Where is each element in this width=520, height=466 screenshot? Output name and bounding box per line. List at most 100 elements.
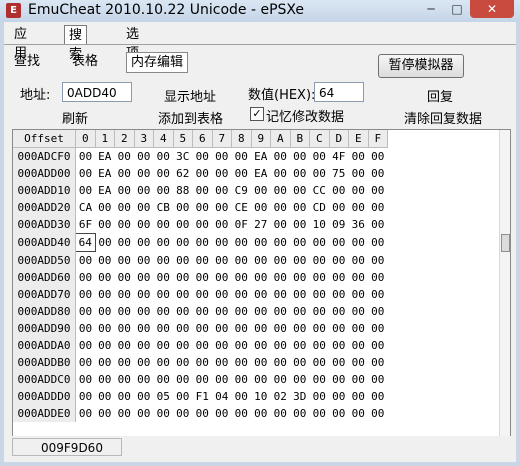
byte-cell[interactable]: 00 <box>115 148 135 166</box>
byte-cell[interactable]: 00 <box>134 303 154 320</box>
byte-cell[interactable]: 00 <box>271 148 291 166</box>
byte-cell[interactable]: 00 <box>271 182 291 199</box>
byte-cell[interactable]: 00 <box>290 234 310 252</box>
byte-cell[interactable]: 00 <box>154 320 174 337</box>
show-address-button[interactable]: 显示地址 <box>164 86 216 105</box>
byte-cell[interactable]: 00 <box>76 286 96 303</box>
byte-cell[interactable]: 00 <box>154 371 174 388</box>
byte-cell[interactable]: 00 <box>212 320 232 337</box>
byte-cell[interactable]: 00 <box>290 199 310 216</box>
byte-cell[interactable]: 00 <box>173 371 193 388</box>
byte-cell[interactable]: 00 <box>76 320 96 337</box>
byte-cell[interactable]: 00 <box>329 371 349 388</box>
byte-cell[interactable]: 00 <box>95 320 115 337</box>
byte-cell[interactable]: 00 <box>368 371 388 388</box>
byte-cell[interactable]: 00 <box>193 234 213 252</box>
byte-cell[interactable]: 00 <box>95 354 115 371</box>
byte-cell[interactable]: 00 <box>232 320 252 337</box>
byte-cell[interactable]: 00 <box>232 269 252 286</box>
byte-cell[interactable]: 00 <box>349 165 369 182</box>
byte-cell[interactable]: 00 <box>212 148 232 166</box>
byte-cell[interactable]: 00 <box>154 216 174 234</box>
byte-cell[interactable]: 00 <box>310 303 330 320</box>
byte-cell[interactable]: 00 <box>290 148 310 166</box>
byte-cell[interactable]: 3C <box>173 148 193 166</box>
byte-cell[interactable]: 00 <box>193 252 213 270</box>
byte-cell[interactable]: 00 <box>212 337 232 354</box>
byte-cell[interactable]: 00 <box>271 252 291 270</box>
byte-cell[interactable]: 00 <box>232 252 252 270</box>
byte-cell[interactable]: 00 <box>349 234 369 252</box>
byte-cell[interactable]: 00 <box>329 199 349 216</box>
byte-cell[interactable]: 00 <box>76 148 96 166</box>
byte-cell[interactable]: 00 <box>193 165 213 182</box>
byte-cell[interactable]: 00 <box>310 405 330 422</box>
byte-cell[interactable]: 00 <box>115 354 135 371</box>
byte-cell[interactable]: 00 <box>95 371 115 388</box>
byte-cell[interactable]: 00 <box>154 182 174 199</box>
byte-cell[interactable]: CE <box>232 199 252 216</box>
byte-cell[interactable]: 00 <box>271 303 291 320</box>
byte-cell[interactable]: 00 <box>95 388 115 405</box>
byte-cell[interactable]: EA <box>95 182 115 199</box>
byte-cell[interactable]: 00 <box>212 216 232 234</box>
byte-cell[interactable]: 00 <box>290 165 310 182</box>
byte-cell[interactable]: 00 <box>212 286 232 303</box>
pause-emulator-button[interactable]: 暂停模拟器 <box>378 54 464 78</box>
byte-cell[interactable]: 00 <box>368 337 388 354</box>
byte-cell[interactable]: CB <box>154 199 174 216</box>
byte-cell[interactable]: 00 <box>95 234 115 252</box>
byte-cell[interactable]: 00 <box>271 199 291 216</box>
byte-cell[interactable]: 00 <box>368 320 388 337</box>
byte-cell[interactable]: 00 <box>349 286 369 303</box>
byte-cell[interactable]: 00 <box>212 165 232 182</box>
byte-cell[interactable]: 00 <box>115 320 135 337</box>
byte-cell[interactable]: 00 <box>95 303 115 320</box>
byte-cell[interactable]: 00 <box>76 388 96 405</box>
byte-cell[interactable]: 00 <box>134 337 154 354</box>
scrollbar-thumb[interactable] <box>501 234 510 252</box>
byte-cell[interactable]: 00 <box>173 405 193 422</box>
byte-cell[interactable]: 00 <box>193 320 213 337</box>
byte-cell[interactable]: 00 <box>193 199 213 216</box>
byte-cell[interactable]: 00 <box>368 182 388 199</box>
byte-cell[interactable]: 00 <box>154 252 174 270</box>
byte-cell[interactable]: 00 <box>349 182 369 199</box>
byte-cell[interactable]: 00 <box>115 199 135 216</box>
byte-cell[interactable]: 00 <box>290 182 310 199</box>
byte-cell[interactable]: 00 <box>154 354 174 371</box>
byte-cell[interactable]: 00 <box>232 148 252 166</box>
byte-cell[interactable]: 02 <box>271 388 291 405</box>
byte-cell[interactable]: 00 <box>193 405 213 422</box>
byte-cell[interactable]: 00 <box>134 182 154 199</box>
byte-cell[interactable]: 00 <box>290 337 310 354</box>
byte-cell[interactable]: 00 <box>310 252 330 270</box>
byte-cell[interactable]: 00 <box>329 354 349 371</box>
vertical-scrollbar[interactable] <box>499 130 510 436</box>
tab-apply[interactable]: 应用 <box>10 25 31 61</box>
byte-cell[interactable]: 00 <box>368 148 388 166</box>
byte-cell[interactable]: 3D <box>290 388 310 405</box>
byte-cell[interactable]: 00 <box>368 286 388 303</box>
byte-cell[interactable]: 00 <box>349 269 369 286</box>
byte-cell[interactable]: 09 <box>329 216 349 234</box>
byte-cell[interactable]: 00 <box>173 286 193 303</box>
byte-cell[interactable]: 00 <box>251 252 271 270</box>
maximize-icon[interactable]: □ <box>444 0 470 18</box>
byte-cell[interactable]: 00 <box>134 148 154 166</box>
byte-cell[interactable]: 00 <box>115 388 135 405</box>
byte-cell[interactable]: 00 <box>193 337 213 354</box>
byte-cell[interactable]: 00 <box>349 148 369 166</box>
byte-cell[interactable]: 00 <box>349 337 369 354</box>
byte-cell[interactable]: 00 <box>290 303 310 320</box>
byte-cell[interactable]: 00 <box>232 354 252 371</box>
byte-cell[interactable]: 00 <box>290 371 310 388</box>
byte-cell[interactable]: 00 <box>271 354 291 371</box>
byte-cell[interactable]: 00 <box>251 337 271 354</box>
byte-cell[interactable]: 00 <box>271 405 291 422</box>
byte-cell[interactable]: 00 <box>290 405 310 422</box>
byte-cell[interactable]: 00 <box>329 388 349 405</box>
byte-cell[interactable]: C9 <box>232 182 252 199</box>
byte-cell[interactable]: 00 <box>173 354 193 371</box>
restore-button[interactable]: 回复 <box>427 86 453 105</box>
